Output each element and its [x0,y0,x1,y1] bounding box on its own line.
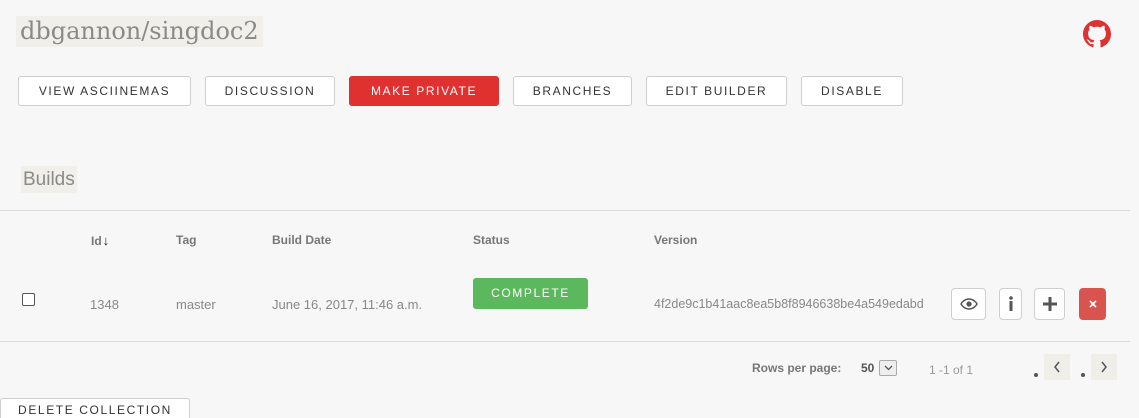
rows-per-page-label: Rows per page: [752,361,842,375]
page-range: 1 -1 of 1 [929,363,974,377]
view-build-button[interactable] [951,288,986,320]
plus-icon [1042,297,1057,311]
collection-title: dbgannon/singdoc2 [16,16,263,47]
next-page-button[interactable] [1091,354,1117,380]
discussion-button[interactable]: DISCUSSION [205,76,335,106]
divider [0,210,1130,211]
column-header-build-date[interactable]: Build Date [272,233,331,247]
status-badge: COMPLETE [473,278,588,309]
branches-button[interactable]: BRANCHES [513,76,632,106]
make-private-button[interactable]: MAKE PRIVATE [349,76,499,106]
delete-collection-button[interactable]: DELETE COLLECTION [0,398,190,418]
info-icon [1008,296,1013,311]
github-icon[interactable] [1083,20,1111,48]
close-icon [1088,300,1097,308]
column-header-id-label: Id [91,234,102,248]
sort-arrow-down-icon: ↓ [102,233,110,248]
build-date-cell: June 16, 2017, 11:46 a.m. [272,297,423,312]
pager-dot [1034,373,1038,377]
eye-icon [959,298,978,310]
divider [0,341,1130,342]
builds-title: Builds [21,166,77,193]
view-asciinemas-button[interactable]: VIEW ASCIINEMAS [18,76,191,106]
build-tag-cell: master [176,297,216,312]
pager-dot [1081,373,1085,377]
build-version-cell: 4f2de9c1b41aac8ea5b8f8946638be4a549edabd [654,297,924,311]
previous-page-button[interactable] [1044,354,1070,380]
chevron-right-icon [1101,361,1107,373]
chevron-down-icon [884,365,892,371]
row-select-checkbox[interactable] [22,293,35,306]
column-header-tag[interactable]: Tag [176,233,196,247]
edit-builder-button[interactable]: EDIT BUILDER [646,76,787,106]
rows-per-page-dropdown[interactable] [879,360,897,376]
chevron-left-icon [1054,361,1060,373]
build-info-button[interactable] [999,288,1022,320]
delete-build-button[interactable] [1079,288,1106,320]
add-button[interactable] [1034,288,1065,320]
build-id-cell: 1348 [90,297,119,312]
column-header-status[interactable]: Status [473,233,510,247]
disable-button[interactable]: DISABLE [801,76,903,106]
column-header-id[interactable]: Id↓ [91,233,109,248]
column-header-version[interactable]: Version [654,233,697,247]
rows-per-page-value[interactable]: 50 [861,361,874,375]
